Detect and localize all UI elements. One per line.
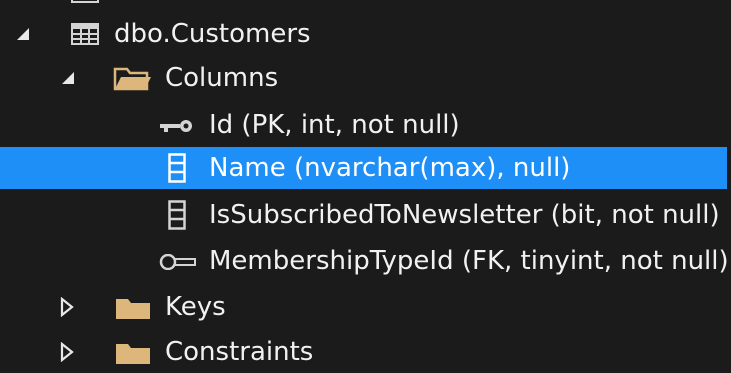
tree-node-column-membershiptypeid[interactable]: MembershipTypeId (FK, tinyint, not null) — [0, 240, 731, 282]
tree-node-label: Id (PK, int, not null) — [209, 110, 460, 140]
tree-node-column-issubscribed[interactable]: IsSubscribedToNewsletter (bit, not null) — [0, 194, 731, 236]
collapsed-arrow-icon[interactable] — [57, 341, 77, 363]
open-folder-icon — [112, 65, 154, 91]
tree-node-column-id[interactable]: Id (PK, int, not null) — [0, 104, 731, 146]
tree-node-keys[interactable]: Keys — [0, 286, 731, 328]
tree-node-column-name[interactable]: Name (nvarchar(max), null) — [0, 147, 727, 189]
tree-node-label: MembershipTypeId (FK, tinyint, not null) — [209, 246, 729, 276]
collapsed-arrow-icon[interactable] — [57, 296, 77, 318]
tree-node-columns[interactable]: Columns — [0, 57, 731, 99]
tree-node-label: Name (nvarchar(max), null) — [209, 153, 571, 183]
tree-node-dbo-customers[interactable]: dbo.Customers — [0, 13, 731, 55]
foreign-key-icon — [158, 253, 198, 271]
column-icon — [167, 200, 187, 230]
table-icon — [70, 22, 100, 46]
expanded-arrow-icon[interactable] — [13, 23, 33, 45]
folder-icon — [114, 294, 152, 320]
table-icon — [70, 0, 100, 4]
tree-node-constraints[interactable]: Constraints — [0, 331, 731, 373]
column-icon — [167, 153, 187, 183]
tree-node-label: Constraints — [165, 337, 314, 367]
tree-node-label: IsSubscribedToNewsletter (bit, not null) — [209, 200, 720, 230]
object-explorer-tree: dbo.Customers Columns Id (PK, int, not n… — [0, 0, 731, 369]
tree-node-label: Keys — [165, 292, 226, 322]
tree-node-label: Columns — [165, 63, 279, 93]
expanded-arrow-icon[interactable] — [58, 67, 78, 89]
tree-node-top-partial[interactable] — [0, 0, 731, 12]
tree-node-label: dbo.Customers — [114, 19, 311, 49]
folder-icon — [114, 339, 152, 365]
primary-key-icon — [160, 118, 194, 134]
